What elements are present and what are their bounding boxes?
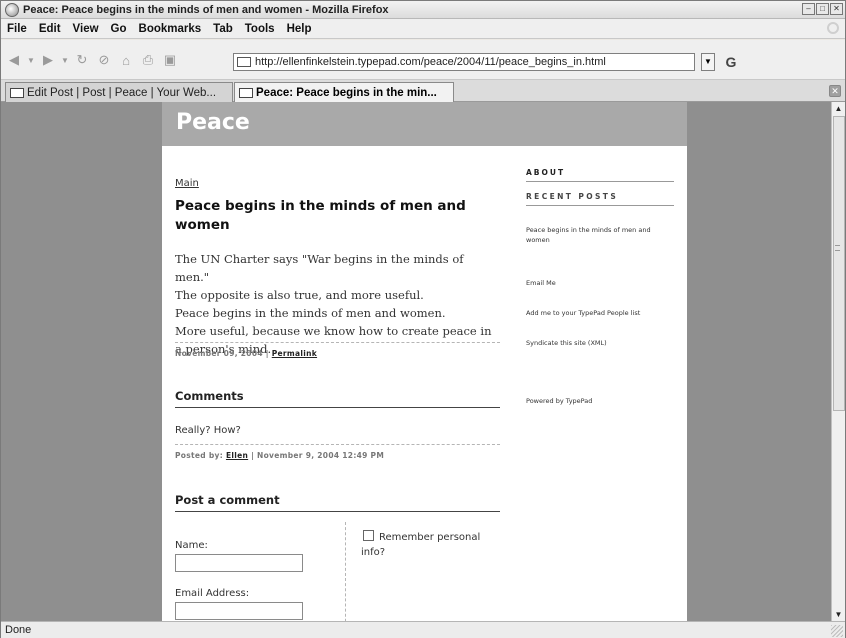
- forward-icon[interactable]: ▶: [39, 52, 57, 68]
- permalink-link[interactable]: Permalink: [272, 349, 317, 358]
- post-line: The UN Charter says "War begins in the m…: [175, 252, 464, 284]
- reload-icon[interactable]: ↻: [73, 52, 91, 68]
- tab-peace[interactable]: Peace: Peace begins in the min...: [234, 82, 454, 102]
- firefox-icon: [5, 2, 19, 17]
- tab-label: Peace: Peace begins in the min...: [256, 86, 437, 99]
- content-viewport: Peace Main Peace begins in the minds of …: [1, 102, 831, 621]
- comment-footer: Posted by: Ellen | November 9, 2004 12:4…: [175, 444, 500, 460]
- tab-bar: Edit Post | Post | Peace | Your Web... P…: [1, 80, 845, 102]
- scroll-thumb[interactable]: [833, 116, 845, 411]
- post-date: November 09, 2004: [175, 349, 263, 358]
- menu-tools[interactable]: Tools: [245, 23, 275, 35]
- menu-edit[interactable]: Edit: [39, 23, 61, 35]
- syndicate-link[interactable]: Syndicate this site (XML): [526, 338, 674, 348]
- back-icon[interactable]: ◀: [5, 52, 23, 68]
- stop-icon[interactable]: ⊘: [95, 52, 113, 68]
- print-preview-icon[interactable]: ▣: [161, 52, 179, 68]
- sidebar-about-heading: ABOUT: [526, 168, 674, 182]
- comments-heading: Comments: [175, 389, 500, 408]
- menu-go[interactable]: Go: [111, 23, 127, 35]
- minimize-button[interactable]: –: [802, 3, 815, 15]
- back-dropdown-icon[interactable]: ▼: [27, 52, 35, 68]
- recent-post-link[interactable]: Peace begins in the minds of men and wom…: [526, 225, 674, 245]
- posted-by-label: Posted by:: [175, 451, 224, 460]
- tab-label: Edit Post | Post | Peace | Your Web...: [27, 86, 217, 99]
- name-field[interactable]: [175, 554, 303, 572]
- post-comment-heading: Post a comment: [175, 493, 500, 512]
- email-me-link[interactable]: Email Me: [526, 278, 674, 288]
- menu-tab[interactable]: Tab: [213, 23, 233, 35]
- menu-file[interactable]: File: [7, 23, 27, 35]
- menu-bar: File Edit View Go Bookmarks Tab Tools He…: [1, 19, 845, 39]
- comment-author-link[interactable]: Ellen: [226, 451, 248, 460]
- remember-checkbox[interactable]: [363, 530, 374, 541]
- close-tab-icon[interactable]: ✕: [829, 85, 841, 97]
- address-bar[interactable]: [233, 53, 695, 71]
- post-footer: November 09, 2004 | Permalink: [175, 342, 500, 358]
- browser-window: Peace: Peace begins in the minds of men …: [0, 0, 846, 638]
- main-link[interactable]: Main: [175, 178, 199, 189]
- email-field[interactable]: [175, 602, 303, 620]
- print-icon[interactable]: ⎙: [139, 52, 157, 68]
- powered-by-link[interactable]: Powered by TypePad: [526, 396, 674, 406]
- navigation-toolbar: ◀ ▼ ▶ ▼ ↻ ⊘ ⌂ ⎙ ▣ ▼ G: [1, 40, 845, 80]
- throbber-icon: [827, 22, 839, 34]
- window-controls: – □ ✕: [802, 3, 843, 15]
- close-window-button[interactable]: ✕: [830, 3, 843, 15]
- tab-edit-post[interactable]: Edit Post | Post | Peace | Your Web...: [5, 82, 233, 102]
- blog-banner: Peace: [162, 102, 687, 146]
- vertical-scrollbar[interactable]: ▲ ▼: [831, 102, 845, 621]
- scroll-down-icon[interactable]: ▼: [832, 608, 845, 621]
- comment-date: | November 9, 2004 12:49 PM: [251, 451, 385, 460]
- post-line: The opposite is also true, and more usef…: [175, 288, 424, 302]
- maximize-button[interactable]: □: [816, 3, 829, 15]
- url-dropdown-icon[interactable]: ▼: [701, 53, 715, 71]
- remember-info: Remember personal info?: [361, 530, 501, 560]
- blog-title[interactable]: Peace: [176, 110, 250, 135]
- post-title: Peace begins in the minds of men and wom…: [175, 198, 466, 233]
- sidebar-recent-heading: RECENT POSTS: [526, 192, 674, 206]
- tab-page-icon: [239, 87, 253, 98]
- resize-grip-icon[interactable]: [831, 625, 843, 637]
- title-bar: Peace: Peace begins in the minds of men …: [1, 1, 845, 19]
- home-icon[interactable]: ⌂: [117, 52, 135, 68]
- email-label: Email Address:: [175, 588, 250, 599]
- page-icon: [237, 57, 251, 67]
- status-text: Done: [5, 624, 32, 636]
- menu-view[interactable]: View: [73, 23, 99, 35]
- blog-page: Main Peace begins in the minds of men an…: [162, 146, 687, 621]
- post-line: Peace begins in the minds of men and wom…: [175, 306, 446, 320]
- form-divider: [345, 522, 346, 621]
- window-title: Peace: Peace begins in the minds of men …: [23, 3, 389, 16]
- menu-help[interactable]: Help: [287, 23, 312, 35]
- typepad-people-link[interactable]: Add me to your TypePad People list: [526, 308, 674, 318]
- scroll-up-icon[interactable]: ▲: [832, 102, 845, 115]
- status-bar: Done: [1, 621, 845, 638]
- go-button[interactable]: G: [721, 52, 741, 72]
- meta-separator: |: [265, 349, 269, 358]
- nav-buttons: ◀ ▼ ▶ ▼ ↻ ⊘ ⌂ ⎙ ▣: [5, 52, 179, 68]
- tab-page-icon: [10, 87, 24, 98]
- remember-label: Remember personal info?: [361, 532, 481, 558]
- name-label: Name:: [175, 540, 208, 551]
- menu-bookmarks[interactable]: Bookmarks: [139, 23, 202, 35]
- comment-text: Really? How?: [175, 425, 241, 436]
- scroll-grip-icon: [835, 245, 840, 251]
- url-input[interactable]: [255, 56, 675, 68]
- forward-dropdown-icon[interactable]: ▼: [61, 52, 69, 68]
